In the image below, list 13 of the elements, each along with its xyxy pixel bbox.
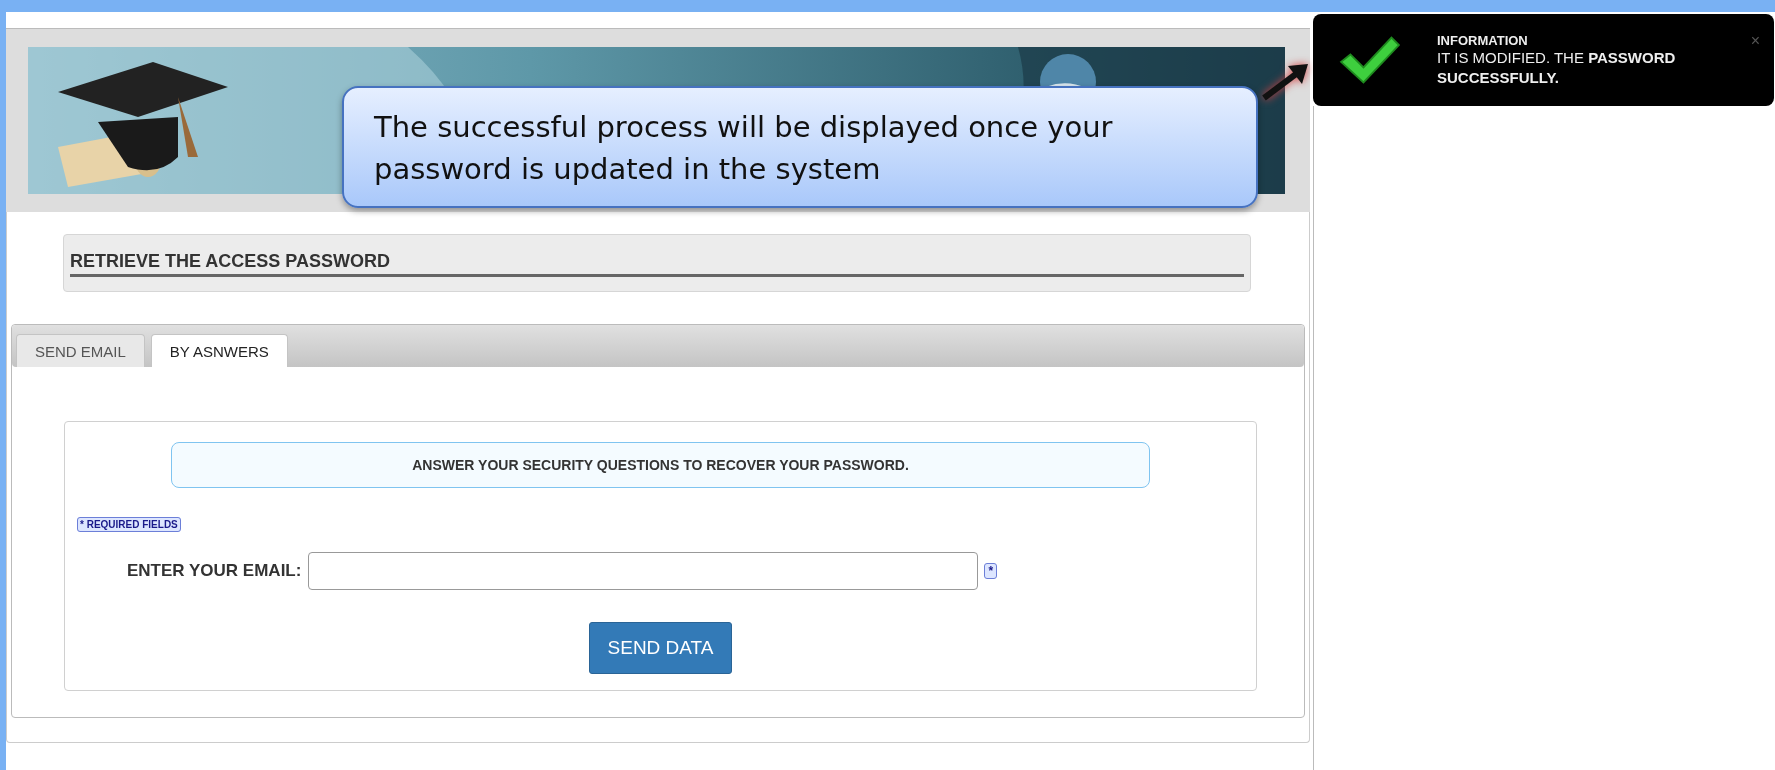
email-label: ENTER YOUR EMAIL: <box>127 561 302 581</box>
notification-title: INFORMATION <box>1437 33 1529 48</box>
send-data-button[interactable]: SEND DATA <box>588 622 733 674</box>
notification-message: IT IS MODIFIED. THE PASSWORD SUCCESSFULLY. <box>1437 48 1677 87</box>
callout: The successful process will be displayed once your password is updated in the system <box>342 86 1258 209</box>
required-mark: * <box>984 563 998 579</box>
required-note: * REQUIRED FIELDS <box>77 517 181 532</box>
arrow-icon <box>1260 62 1310 102</box>
info-banner: ANSWER YOUR SECURITY QUESTIONS TO RECOVER YOUR PASSWORD. <box>171 442 1150 488</box>
section-title: RETRIEVE THE ACCESS PASSWORD <box>70 251 1244 277</box>
email-field[interactable] <box>308 552 979 590</box>
tab[interactable]: BY ASNWERS <box>150 334 288 367</box>
tab[interactable]: SEND EMAIL <box>16 334 145 367</box>
